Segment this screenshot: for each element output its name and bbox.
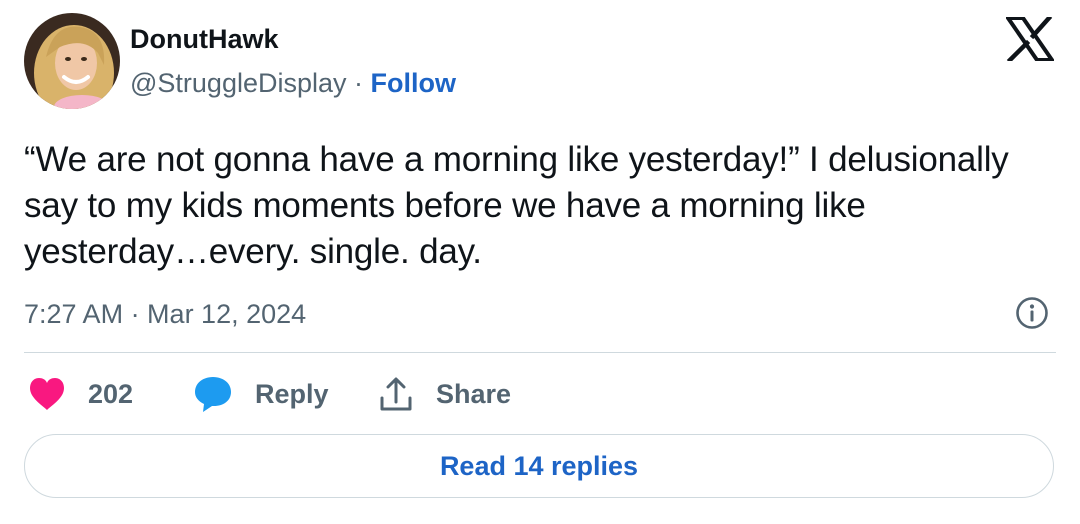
tweet-text: “We are not gonna have a morning like ye… bbox=[24, 140, 1009, 271]
share-label: Share bbox=[436, 378, 512, 409]
handle-row: @StruggleDisplay · Follow bbox=[130, 66, 456, 100]
handle[interactable]: @StruggleDisplay bbox=[130, 68, 347, 98]
info-icon[interactable] bbox=[1015, 296, 1049, 330]
like-button[interactable]: 202 bbox=[28, 372, 133, 416]
divider bbox=[24, 352, 1056, 353]
like-count: 202 bbox=[88, 378, 134, 409]
separator: · bbox=[346, 68, 371, 98]
display-name[interactable]: DonutHawk bbox=[130, 22, 279, 56]
avatar-photo bbox=[24, 13, 120, 109]
reply-button[interactable]: Reply bbox=[193, 372, 329, 416]
share-button[interactable]: Share bbox=[378, 372, 511, 416]
heart-icon bbox=[30, 378, 64, 410]
read-replies-label: Read 14 replies bbox=[439, 450, 639, 481]
reply-label: Reply bbox=[255, 378, 329, 409]
avatar[interactable] bbox=[24, 13, 120, 109]
x-logo-icon[interactable] bbox=[1004, 14, 1056, 64]
timestamp[interactable]: 7:27 AM · Mar 12, 2024 bbox=[24, 297, 306, 331]
follow-button[interactable]: Follow bbox=[371, 68, 456, 98]
read-replies-button[interactable]: Read 14 replies bbox=[24, 434, 1054, 498]
share-arrow-icon bbox=[380, 377, 412, 411]
speech-bubble-icon bbox=[195, 377, 231, 412]
